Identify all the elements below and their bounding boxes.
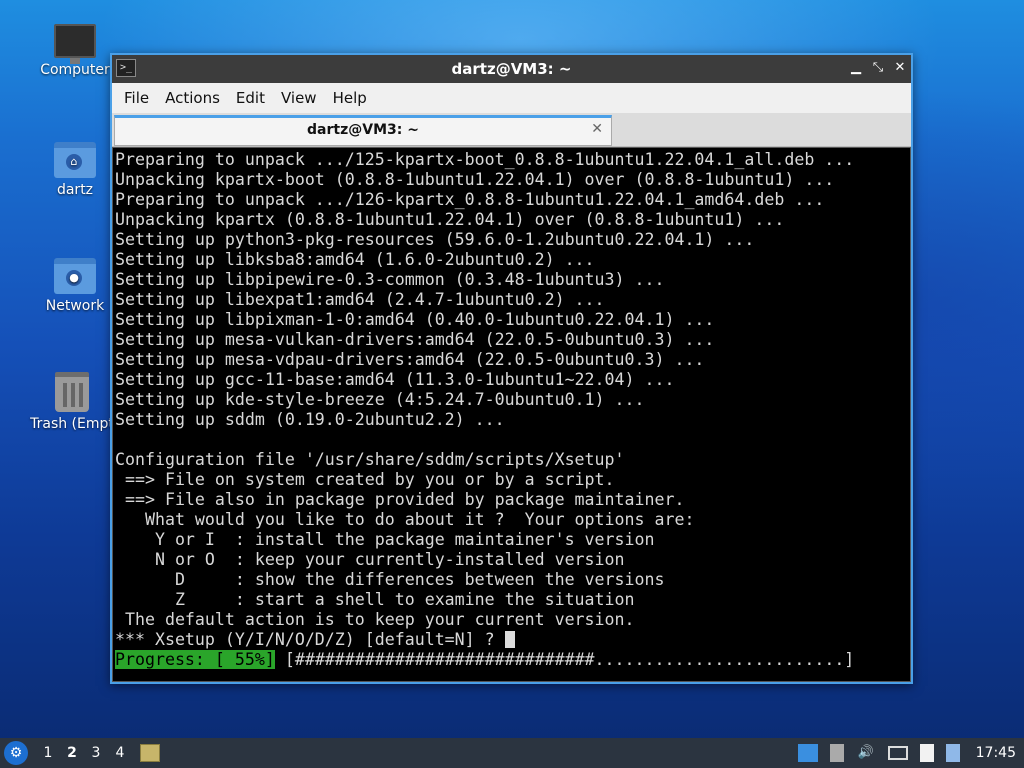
tab-label: dartz@VM3: ~ — [307, 122, 419, 138]
start-menu-button[interactable]: ⚙ — [4, 741, 28, 765]
workspace-4[interactable]: 4 — [108, 745, 132, 761]
desktop-icon-network[interactable]: ● Network — [30, 258, 120, 314]
terminal-line: Setting up python3-pkg-resources (59.6.0… — [115, 230, 755, 249]
terminal-line: Preparing to unpack .../125-kpartx-boot_… — [115, 150, 855, 169]
file-manager-icon[interactable] — [140, 744, 160, 762]
tab-terminal[interactable]: dartz@VM3: ~ ✕ — [114, 115, 612, 146]
terminal-line: Setting up kde-style-breeze (4:5.24.7-0u… — [115, 390, 645, 409]
terminal-line: Setting up sddm (0.19.0-2ubuntu2.2) ... — [115, 410, 505, 429]
workspace-2[interactable]: 2 — [60, 745, 84, 761]
update-notifier-icon[interactable] — [829, 744, 844, 762]
terminal-line: Setting up libpipewire-0.3-common (0.3.4… — [115, 270, 665, 289]
desktop-icon-label: Network — [45, 298, 105, 314]
desktop-icon-label: dartz — [56, 182, 94, 198]
system-tray: 🔊 17:45 — [792, 738, 1024, 768]
home-folder-icon: ⌂ — [54, 142, 96, 178]
text-cursor — [504, 631, 515, 648]
minimize-button[interactable]: ▁ — [847, 59, 865, 77]
close-button[interactable]: ✕ — [891, 59, 909, 77]
desktop-icon-label: Computer — [40, 62, 110, 78]
network-icon[interactable] — [887, 746, 908, 760]
menubar: File Actions Edit View Help — [112, 83, 911, 113]
window-title: dartz@VM3: ~ — [451, 60, 572, 78]
desktop-icon-label: Trash (Empt — [30, 416, 114, 432]
terminal-line: Unpacking kpartx (0.8.8-1ubuntu1.22.04.1… — [115, 210, 785, 229]
show-desktop-icon[interactable] — [797, 744, 818, 762]
volume-icon[interactable]: 🔊 — [856, 744, 876, 762]
notification-icon[interactable] — [945, 744, 960, 762]
network-folder-icon: ● — [54, 258, 96, 294]
desktop-icon-trash[interactable]: Trash (Empt — [24, 372, 120, 432]
menu-edit[interactable]: Edit — [228, 89, 273, 107]
menu-file[interactable]: File — [116, 89, 157, 107]
clock[interactable]: 17:45 — [976, 745, 1016, 761]
terminal-line: Setting up mesa-vulkan-drivers:amd64 (22… — [115, 330, 715, 349]
progress-label: Progress: [ 55%] — [115, 650, 275, 669]
clipboard-icon[interactable] — [919, 744, 934, 762]
terminal-line: Setting up libpixman-1-0:amd64 (0.40.0-1… — [115, 310, 715, 329]
terminal-line: Setting up gcc-11-base:amd64 (11.3.0-1ub… — [115, 370, 675, 389]
terminal-line: What would you like to do about it ? You… — [115, 510, 695, 529]
menu-view[interactable]: View — [273, 89, 325, 107]
terminal-line: Y or I : install the package maintainer'… — [115, 530, 655, 549]
terminal-line: ==> File on system created by you or by … — [115, 470, 615, 489]
terminal-line: Setting up mesa-vdpau-drivers:amd64 (22.… — [115, 350, 705, 369]
terminal-window: >_ dartz@VM3: ~ ▁ ⤡ ✕ File Actions Edit … — [110, 53, 913, 684]
maximize-button[interactable]: ⤡ — [869, 59, 887, 77]
progress-bar: [##############################.........… — [274, 650, 855, 669]
menu-help[interactable]: Help — [325, 89, 375, 107]
desktop-icon-computer[interactable]: Computer — [30, 24, 120, 78]
terminal-output[interactable]: Preparing to unpack .../125-kpartx-boot_… — [112, 147, 911, 682]
terminal-line: D : show the differences between the ver… — [115, 570, 665, 589]
computer-icon — [54, 24, 96, 64]
terminal-line: The default action is to keep your curre… — [115, 610, 635, 629]
tab-bar: dartz@VM3: ~ ✕ — [112, 113, 911, 147]
terminal-line: Preparing to unpack .../126-kpartx_0.8.8… — [115, 190, 825, 209]
terminal-line: Z : start a shell to examine the situati… — [115, 590, 635, 609]
workspace-1[interactable]: 1 — [36, 745, 60, 761]
prompt-line[interactable]: *** Xsetup (Y/I/N/O/D/Z) [default=N] ? — [115, 630, 910, 650]
terminal-line: N or O : keep your currently-installed v… — [115, 550, 625, 569]
terminal-line: Setting up libksba8:amd64 (1.6.0-2ubuntu… — [115, 250, 595, 269]
terminal-line: Configuration file '/usr/share/sddm/scri… — [115, 450, 625, 469]
progress-line: Progress: [ 55%] [######################… — [115, 650, 910, 670]
terminal-line: ==> File also in package provided by pac… — [115, 490, 685, 509]
taskbar: ⚙ 1 2 3 4 🔊 17:45 — [0, 738, 1024, 768]
desktop-icon-home[interactable]: ⌂ dartz — [30, 142, 120, 198]
window-titlebar[interactable]: >_ dartz@VM3: ~ ▁ ⤡ ✕ — [112, 55, 911, 83]
terminal-line: Setting up libexpat1:amd64 (2.4.7-1ubunt… — [115, 290, 605, 309]
menu-actions[interactable]: Actions — [157, 89, 228, 107]
prompt-text: *** Xsetup (Y/I/N/O/D/Z) [default=N] ? — [115, 630, 505, 649]
terminal-line: Unpacking kpartx-boot (0.8.8-1ubuntu1.22… — [115, 170, 835, 189]
workspace-3[interactable]: 3 — [84, 745, 108, 761]
tab-close-icon[interactable]: ✕ — [591, 121, 603, 137]
trash-icon — [55, 372, 89, 412]
